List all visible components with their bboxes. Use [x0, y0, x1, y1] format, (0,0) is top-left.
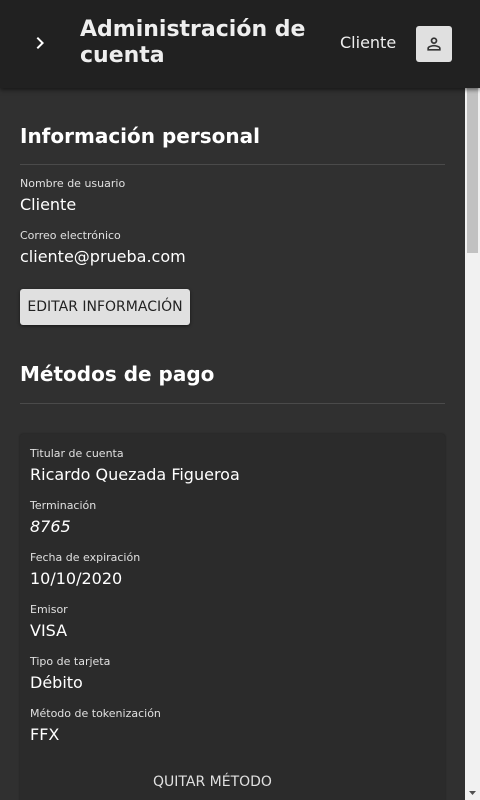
email-value: cliente@prueba.com — [20, 247, 186, 266]
account-button[interactable] — [416, 26, 452, 62]
holder-value: Ricardo Quezada Figueroa — [30, 465, 240, 484]
ending-value: 8765 — [30, 517, 71, 536]
personal-info-title: Información personal — [20, 124, 260, 148]
expiry-label: Fecha de expiración — [30, 551, 141, 564]
account-content: Información personal Nombre de usuario C… — [0, 88, 465, 800]
remove-method-button[interactable]: QUITAR MÉTODO — [120, 768, 305, 796]
edit-info-button[interactable]: EDITAR INFORMACIÓN — [20, 289, 190, 325]
tokenization-value: FFX — [30, 725, 60, 744]
card-type-label: Tipo de tarjeta — [30, 655, 111, 668]
username-label: Nombre de usuario — [20, 177, 126, 190]
username-value: Cliente — [20, 195, 77, 214]
divider — [20, 403, 445, 404]
holder-label: Titular de cuenta — [30, 447, 124, 460]
email-label: Correo electrónico — [20, 229, 121, 242]
divider — [20, 164, 445, 165]
issuer-value: VISA — [30, 621, 68, 640]
app-bar: Administración de cuenta Cliente — [0, 0, 480, 88]
payment-method-card — [20, 434, 445, 800]
person-icon — [427, 37, 441, 51]
payment-methods-title: Métodos de pago — [20, 362, 215, 386]
issuer-label: Emisor — [30, 603, 68, 616]
chevron-right-icon[interactable] — [28, 31, 52, 55]
vertical-scrollbar[interactable] — [465, 88, 480, 800]
header-user-name: Cliente — [340, 33, 397, 52]
expiry-value: 10/10/2020 — [30, 569, 123, 588]
ending-label: Terminación — [30, 499, 97, 512]
tokenization-label: Método de tokenización — [30, 707, 161, 720]
scrollbar-thumb[interactable] — [467, 88, 478, 253]
scroll-down-arrow-icon[interactable] — [465, 786, 480, 800]
page-title: Administración de cuenta — [80, 17, 306, 68]
card-type-value: Débito — [30, 673, 83, 692]
